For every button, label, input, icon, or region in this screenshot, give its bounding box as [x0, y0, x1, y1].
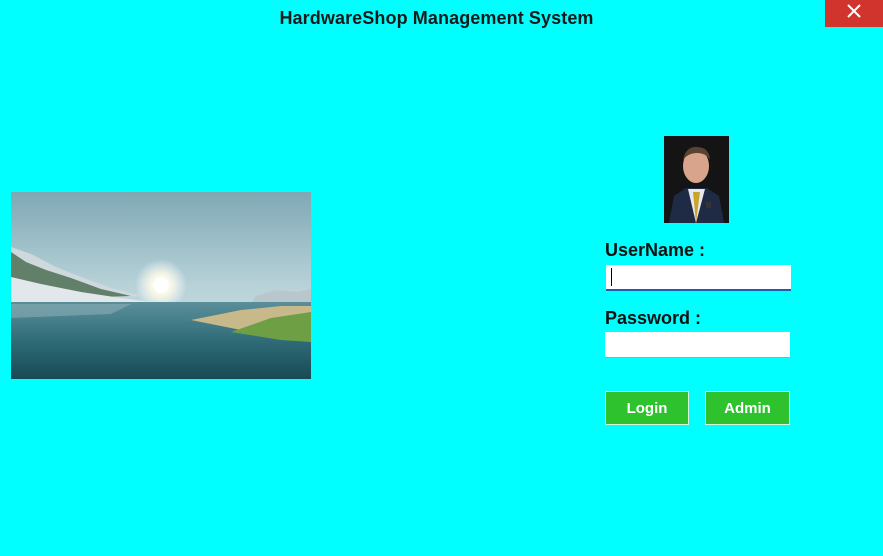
- close-button[interactable]: [825, 0, 883, 27]
- username-input[interactable]: [606, 265, 791, 291]
- close-icon: [847, 4, 861, 23]
- user-avatar-photo: [664, 136, 729, 223]
- lake-landscape-image: [11, 192, 311, 379]
- admin-button[interactable]: Admin: [705, 391, 790, 425]
- text-cursor: [611, 268, 612, 286]
- window-title: HardwareShop Management System: [279, 8, 594, 28]
- password-input[interactable]: [605, 332, 790, 358]
- login-button[interactable]: Login: [605, 391, 689, 425]
- password-label: Password :: [605, 308, 702, 328]
- username-label: UserName :: [605, 240, 706, 260]
- login-window: HardwareShop Management System UserName …: [0, 0, 883, 556]
